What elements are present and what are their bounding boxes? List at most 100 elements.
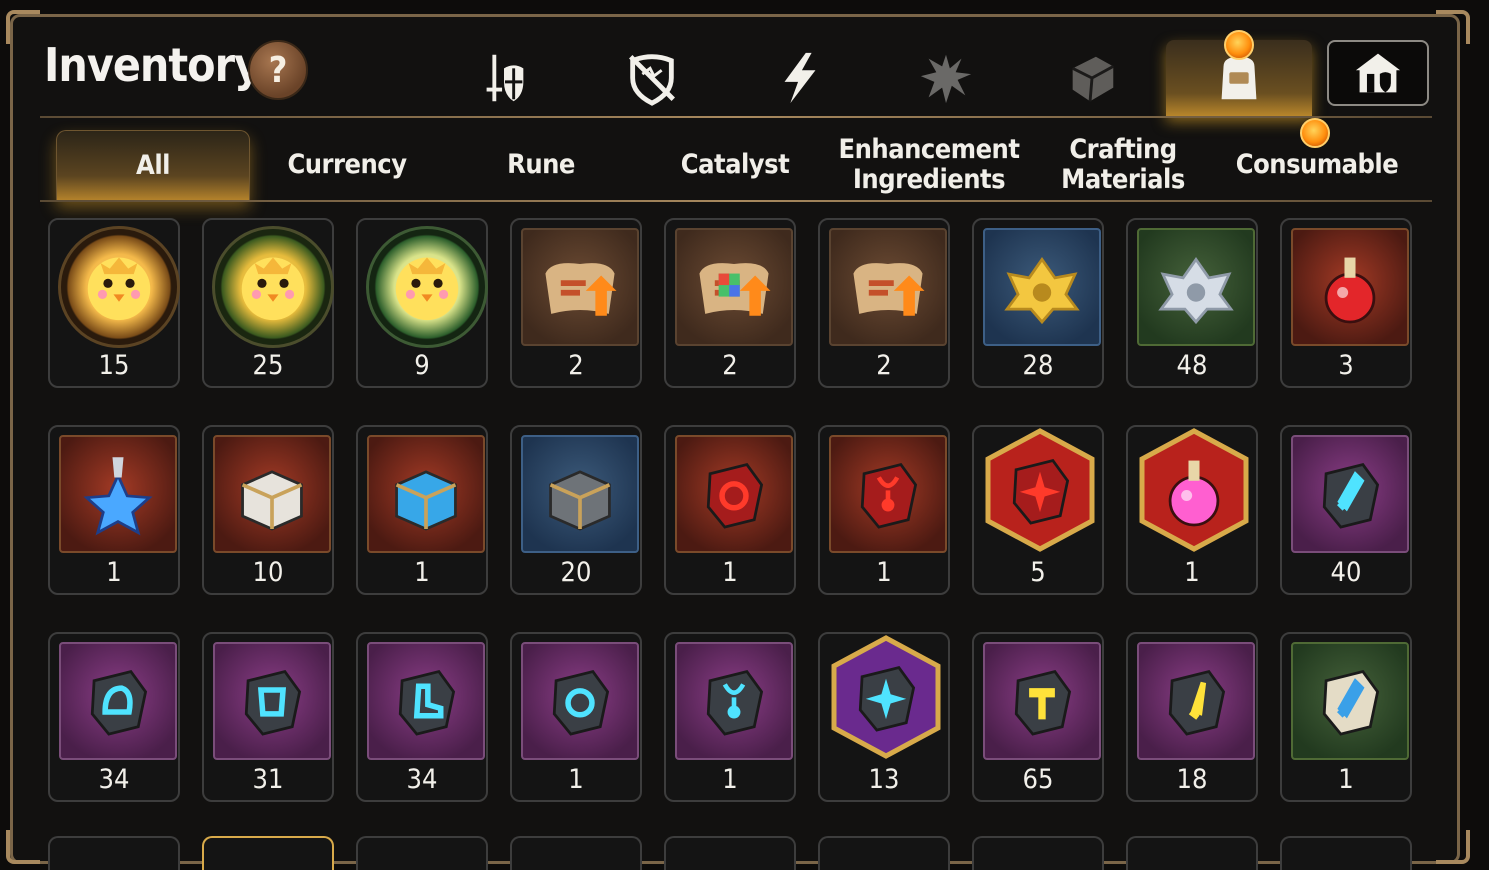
item-quantity: 5 — [1030, 557, 1046, 588]
frame-corner-ornament — [6, 10, 40, 44]
red-ring-rune-icon — [675, 435, 793, 553]
inventory-slot[interactable]: 1 — [356, 425, 488, 595]
inventory-slot[interactable]: 3 — [1280, 218, 1412, 388]
golden-chick-token-icon — [58, 226, 180, 348]
inventory-slot-partial[interactable] — [48, 836, 180, 870]
silver-crystal-cluster-icon — [1137, 228, 1255, 346]
inventory-slot-partial[interactable] — [1126, 836, 1258, 870]
item-quantity: 34 — [406, 764, 438, 795]
cyan-star-rune-hex-icon — [826, 634, 946, 760]
inventory-slot-partial[interactable] — [664, 836, 796, 870]
item-quantity: 3 — [1338, 350, 1354, 381]
item-quantity: 18 — [1176, 764, 1208, 795]
pink-potion-hex-icon — [1134, 427, 1254, 553]
inventory-slot-partial[interactable] — [1280, 836, 1412, 870]
item-quantity: 40 — [1330, 557, 1362, 588]
inventory-slot-partial[interactable] — [972, 836, 1104, 870]
inventory-slot-partial[interactable] — [356, 836, 488, 870]
inventory-slot[interactable]: 9 — [356, 218, 488, 388]
item-quantity: 65 — [1022, 764, 1054, 795]
inventory-slot[interactable]: 1 — [1280, 632, 1412, 802]
star-potion-icon — [59, 435, 177, 553]
red-potion-icon — [1291, 228, 1409, 346]
inventory-slot[interactable]: 48 — [1126, 218, 1258, 388]
inventory-slot[interactable]: 2 — [510, 218, 642, 388]
item-quantity: 10 — [252, 557, 284, 588]
cyan-amulet-rune-icon — [675, 642, 793, 760]
inventory-slot[interactable]: 20 — [510, 425, 642, 595]
storage-house-button[interactable] — [1327, 40, 1429, 106]
upgrade-scroll-icon — [521, 228, 639, 346]
tab-cube[interactable] — [1056, 44, 1128, 112]
leaf-chick-token-icon — [366, 226, 488, 348]
inventory-slot-partial[interactable] — [510, 836, 642, 870]
cyan-ring-rune-icon — [521, 642, 639, 760]
tab-splatter[interactable] — [910, 44, 982, 112]
tab-enhancement-ingredients[interactable]: Enhancement Ingredients — [832, 130, 1026, 200]
inventory-slot[interactable]: 25 — [202, 218, 334, 388]
white-chest-icon — [213, 435, 331, 553]
frame-corner-ornament — [1436, 830, 1470, 864]
inventory-slot[interactable]: 1 — [818, 425, 950, 595]
cyan-sword-rune-icon — [1291, 435, 1409, 553]
inventory-slot[interactable]: 1 — [510, 632, 642, 802]
item-quantity: 2 — [876, 350, 892, 381]
inventory-slot[interactable]: 18 — [1126, 632, 1258, 802]
inventory-slot[interactable]: 34 — [356, 632, 488, 802]
tab-catalyst[interactable]: Catalyst — [638, 130, 832, 200]
tab-lightning[interactable] — [764, 44, 836, 112]
item-quantity: 1 — [568, 764, 584, 795]
notification-badge-icon — [1224, 30, 1254, 60]
item-quantity: 1 — [1338, 764, 1354, 795]
inventory-slot-partial[interactable] — [818, 836, 950, 870]
blue-chest-icon — [367, 435, 485, 553]
tab-currency[interactable]: Currency — [250, 130, 444, 200]
inventory-slot[interactable]: 2 — [818, 218, 950, 388]
item-quantity: 15 — [98, 350, 130, 381]
red-amulet-rune-icon — [829, 435, 947, 553]
inventory-slot[interactable]: 1 — [664, 425, 796, 595]
gold-hammer-rune-icon — [983, 642, 1101, 760]
inventory-slot[interactable]: 10 — [202, 425, 334, 595]
stone-sword-rune-icon — [1291, 642, 1409, 760]
cyan-helmet-rune-icon — [59, 642, 177, 760]
notification-badge-icon — [1300, 118, 1330, 148]
inventory-slot[interactable]: 2 — [664, 218, 796, 388]
inventory-slot-partial[interactable] — [202, 836, 334, 870]
item-quantity: 1 — [722, 764, 738, 795]
tab-equipment[interactable] — [468, 44, 540, 112]
subtab-divider — [40, 200, 1432, 202]
inventory-slot[interactable]: 31 — [202, 632, 334, 802]
gold-crystal-cluster-icon — [983, 228, 1101, 346]
red-star-rune-hex-icon — [980, 427, 1100, 553]
item-quantity: 48 — [1176, 350, 1208, 381]
inventory-slot[interactable]: 15 — [48, 218, 180, 388]
inventory-slot[interactable]: 5 — [972, 425, 1104, 595]
inventory-slot[interactable]: 1 — [664, 632, 796, 802]
splatter-icon — [920, 54, 972, 104]
tab-broken-shield[interactable] — [616, 44, 688, 112]
gold-dagger-rune-icon — [1137, 642, 1255, 760]
inventory-slot[interactable]: 1 — [48, 425, 180, 595]
header-divider — [40, 116, 1432, 118]
broken-shield-icon — [629, 54, 675, 106]
help-button[interactable]: ? — [248, 40, 308, 100]
item-quantity: 34 — [98, 764, 130, 795]
inventory-slot[interactable]: 28 — [972, 218, 1104, 388]
frame-corner-ornament — [1436, 10, 1470, 44]
cyan-boot-rune-icon — [367, 642, 485, 760]
tab-rune[interactable]: Rune — [444, 130, 638, 200]
tab-crafting-materials[interactable]: Crafting Materials — [1026, 130, 1220, 200]
item-quantity: 1 — [722, 557, 738, 588]
inventory-slot[interactable]: 1 — [1126, 425, 1258, 595]
item-quantity: 9 — [414, 350, 430, 381]
inventory-slot[interactable]: 13 — [818, 632, 950, 802]
page-title: Inventory — [44, 38, 261, 92]
green-chick-token-icon — [212, 226, 334, 348]
inventory-slot[interactable]: 40 — [1280, 425, 1412, 595]
cyan-armor-rune-icon — [213, 642, 331, 760]
inventory-slot[interactable]: 65 — [972, 632, 1104, 802]
inventory-slot[interactable]: 34 — [48, 632, 180, 802]
silver-chest-icon — [521, 435, 639, 553]
tab-all[interactable]: All — [56, 130, 250, 200]
